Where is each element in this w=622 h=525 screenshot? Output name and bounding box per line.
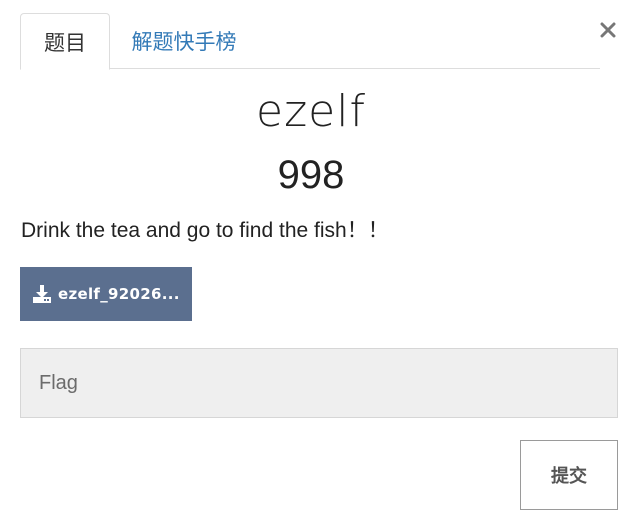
challenge-value: 998 — [277, 153, 345, 197]
challenge-modal: 题目 解题快手榜 ezelf 998 Drink the tea and go … — [0, 0, 622, 525]
challenge-name: ezelf — [256, 86, 366, 137]
submit-button[interactable]: 提交 — [520, 440, 618, 510]
tab-solves[interactable]: 解题快手榜 — [124, 13, 244, 69]
close-icon — [600, 22, 616, 43]
challenge-description: Drink the tea and go to find the fish！！ — [21, 219, 389, 242]
file-name: ezelf_92026... — [58, 285, 180, 303]
tab-challenge[interactable]: 题目 — [20, 13, 110, 70]
challenge-tabs: 题目 解题快手榜 — [20, 13, 600, 70]
download-icon — [32, 284, 52, 304]
file-download-button[interactable]: ezelf_92026... — [20, 267, 192, 321]
flag-input[interactable] — [20, 348, 618, 418]
